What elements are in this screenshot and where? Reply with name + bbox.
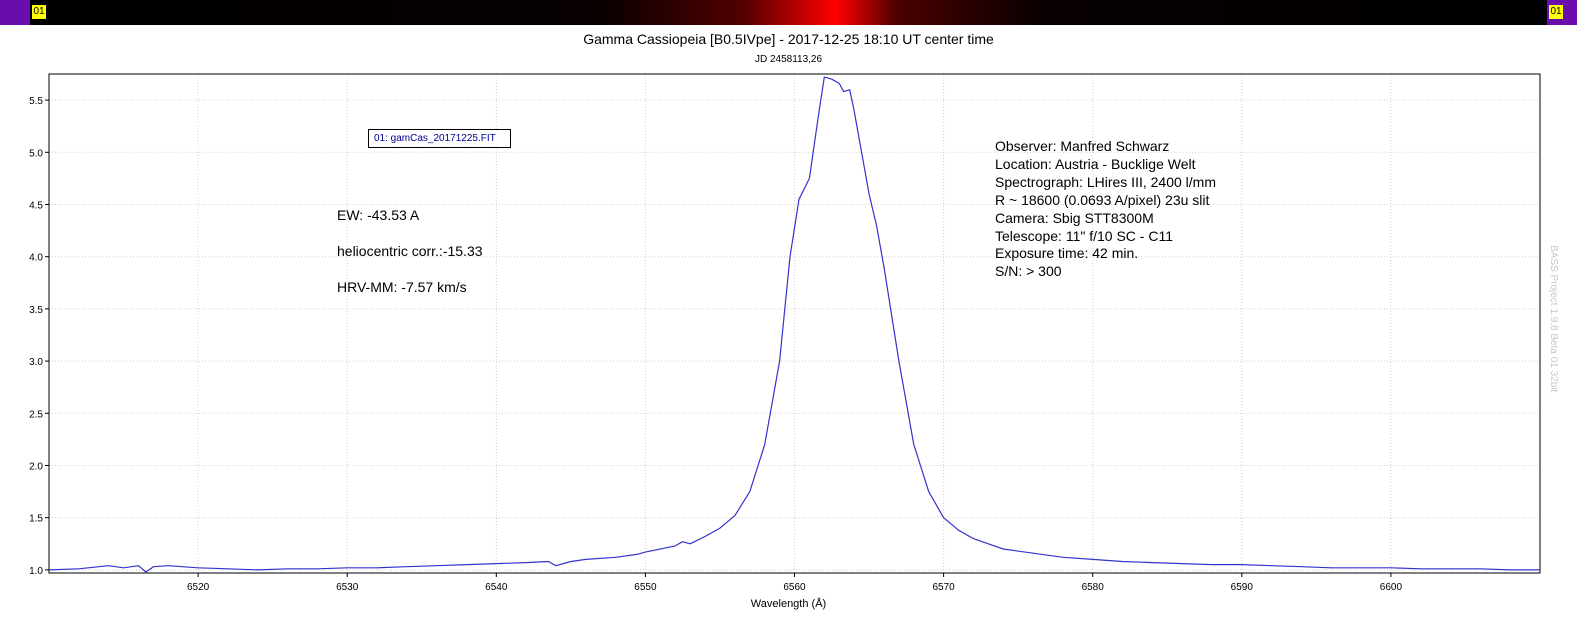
exposure-line: Exposure time: 42 min. — [995, 245, 1139, 261]
software-watermark: BASS Project 1.9.8 Beta 01 32bit — [1548, 245, 1559, 393]
x-axis-label: Wavelength (Å) — [750, 598, 827, 610]
y-tick-label: 4.5 — [29, 200, 43, 211]
snr-line: S/N: > 300 — [995, 263, 1062, 279]
hrv-value: HRV-MM: -7.57 km/s — [337, 279, 467, 295]
y-tick-label: 1.0 — [29, 566, 43, 577]
x-tick-label: 6520 — [187, 582, 210, 593]
spectrograph-line: Spectrograph: LHires III, 2400 l/mm — [995, 174, 1216, 190]
telescope-line: Telescope: 11" f/10 SC - C11 — [995, 228, 1173, 244]
y-tick-label: 3.0 — [29, 357, 43, 368]
y-tick-label: 2.5 — [29, 409, 43, 420]
location-line: Location: Austria - Bucklige Welt — [995, 156, 1196, 172]
observer-line: Observer: Manfred Schwarz — [995, 138, 1170, 154]
x-tick-label: 6590 — [1231, 582, 1254, 593]
resolution-line: R ~ 18600 (0.0693 A/pixel) 23u slit — [995, 192, 1210, 208]
spectrum-chart: 6520 6530 6540 6550 6560 6570 6580 6590 6600 1.0 1… — [29, 73, 1541, 593]
x-tick-label: 6600 — [1380, 582, 1403, 593]
y-tick-label: 5.5 — [29, 96, 43, 107]
x-tick-label: 6570 — [932, 582, 955, 593]
y-tick-label: 5.0 — [29, 148, 43, 159]
x-tick-label: 6580 — [1082, 582, 1105, 593]
y-tick-label: 2.0 — [29, 461, 43, 472]
y-tick-label: 1.5 — [29, 514, 43, 525]
x-tick-label: 6550 — [634, 582, 657, 593]
x-tick-label: 6530 — [336, 582, 359, 593]
x-tick-label: 6560 — [783, 582, 806, 593]
y-tick-label: 4.0 — [29, 253, 43, 264]
heliocentric-correction: heliocentric corr.:-15.33 — [337, 243, 483, 259]
series-legend: 01: gamCas_20171225.FIT — [368, 129, 511, 148]
ew-value: EW: -43.53 A — [337, 207, 420, 223]
x-tick-label: 6540 — [485, 582, 508, 593]
y-tick-label: 3.5 — [29, 305, 43, 316]
camera-line: Camera: Sbig STT8300M — [995, 210, 1154, 226]
